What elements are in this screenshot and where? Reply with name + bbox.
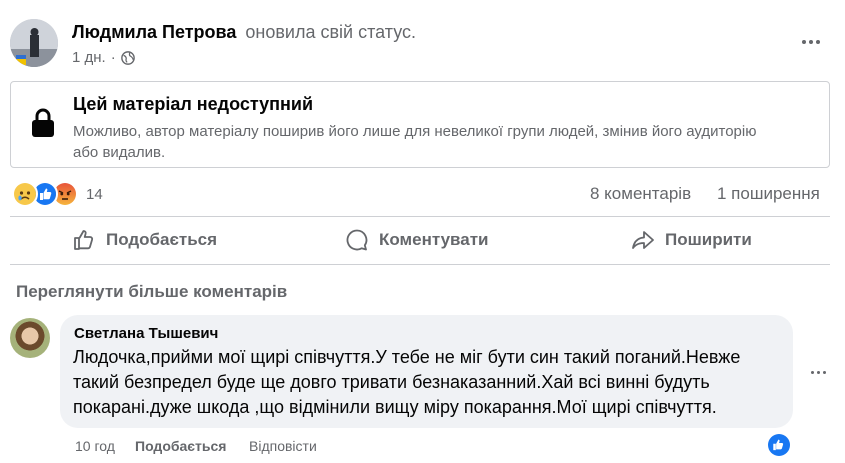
comment-button-label: Коментувати: [379, 230, 489, 249]
author-name[interactable]: Людмила Петрова: [72, 22, 236, 42]
post-card: Людмила Петрова оновила свій статус. 1 д…: [0, 0, 845, 463]
globe-icon[interactable]: [120, 50, 135, 65]
comment-time[interactable]: 10 год: [75, 438, 115, 454]
commenter-avatar[interactable]: [10, 318, 50, 358]
sad-reaction-icon: [12, 181, 38, 207]
post-time[interactable]: 1 дн.: [72, 49, 106, 66]
comments-count-link[interactable]: 8 коментарів: [590, 184, 691, 204]
post-action-text: оновила свій статус.: [245, 22, 417, 42]
reactions-summary[interactable]: 14: [12, 181, 103, 207]
author-avatar[interactable]: [10, 19, 58, 67]
comment-text: Людочка,прийми мої щирі співчуття.У тебе…: [73, 347, 741, 417]
share-button-label: Поширити: [665, 230, 752, 249]
thumbs-up-icon: [74, 230, 94, 250]
like-button[interactable]: Подобається: [72, 225, 217, 255]
divider: [10, 216, 830, 217]
share-button[interactable]: Поширити: [631, 225, 752, 255]
like-reaction-icon[interactable]: [768, 434, 790, 456]
post-meta: 1 дн. ·: [72, 49, 135, 66]
unavailable-title: Цей матеріал недоступний: [73, 94, 314, 114]
comment-bubble: Светлана Тышевич Людочка,прийми мої щирі…: [60, 315, 793, 428]
comment-like-button[interactable]: Подобається: [135, 438, 226, 454]
post-header: Людмила Петрова оновила свій статус.: [72, 22, 416, 43]
more-dots-icon: [810, 370, 826, 374]
comment-icon: [346, 229, 368, 251]
reaction-count: 14: [86, 185, 103, 203]
comment-button[interactable]: Коментувати: [345, 225, 489, 255]
comment-more-button[interactable]: [808, 365, 828, 379]
unavailable-content-box: Цей матеріал недоступний Можливо, автор …: [10, 81, 830, 168]
more-dots-icon: [802, 40, 820, 44]
lock-icon: [32, 108, 54, 137]
view-more-comments-link[interactable]: Переглянути більше коментарів: [16, 282, 287, 302]
shares-count-link[interactable]: 1 поширення: [717, 184, 820, 204]
commenter-name[interactable]: Светлана Тышевич: [74, 325, 218, 342]
comment-reply-button[interactable]: Відповісти: [249, 438, 317, 454]
divider: [10, 264, 830, 265]
share-icon: [632, 231, 654, 249]
unavailable-text: Можливо, автор матеріалу поширив його ли…: [73, 123, 757, 161]
like-button-label: Подобається: [106, 230, 218, 249]
post-more-button[interactable]: [797, 30, 825, 54]
